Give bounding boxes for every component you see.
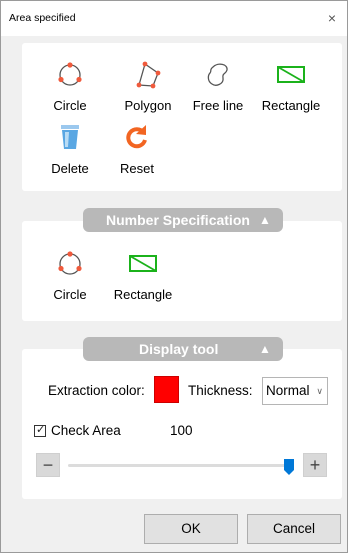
display-tool-title: Display tool [139,341,219,357]
tool-polygon-label: Polygon [124,98,172,113]
number-specification-title: Number Specification [106,212,250,228]
number-tool-circle[interactable]: Circle [37,250,103,302]
tool-circle-label: Circle [53,98,87,113]
collapse-triangle-icon: ▲ [259,342,271,356]
slider-thumb[interactable] [284,459,294,475]
reset-icon [126,125,147,149]
check-area-slider-track[interactable] [68,464,294,467]
check-area-checkbox[interactable]: ✓ [34,424,46,437]
ok-button[interactable]: OK [144,514,238,544]
extraction-color-label: Extraction color: [48,383,145,398]
check-area-label: Check Area [51,423,121,438]
number-tool-rectangle[interactable]: Rectangle [110,250,176,302]
chevron-down-icon: ∨ [316,386,323,396]
thickness-value: Normal [266,383,310,398]
thickness-label: Thickness: [188,383,253,398]
tool-reset[interactable]: Reset [104,122,170,176]
rectangle-icon [129,255,157,272]
tool-circle[interactable]: Circle [37,61,103,113]
tool-delete-label: Delete [51,161,89,176]
checkmark-icon: ✓ [36,424,46,436]
tool-rectangle-label: Rectangle [261,98,321,113]
extraction-color-swatch[interactable] [154,376,179,403]
title-bar: Area specified × [1,1,347,36]
check-area-value: 100 [170,423,193,438]
cancel-button[interactable]: Cancel [247,514,341,544]
tool-rectangle[interactable]: Rectangle [258,61,324,113]
tool-reset-label: Reset [120,161,154,176]
rectangle-icon [277,66,305,83]
window-title: Area specified [9,12,76,24]
tool-free-line-label: Free line [192,98,244,113]
polygon-icon [136,61,161,89]
number-specification-header[interactable]: Number Specification ▲ [83,208,283,232]
collapse-triangle-icon: ▲ [259,213,271,227]
close-button[interactable]: × [321,7,343,29]
number-tool-rectangle-label: Rectangle [113,287,173,302]
number-tool-circle-label: Circle [53,287,87,302]
tool-polygon[interactable]: Polygon [115,61,181,113]
circle-icon [58,62,82,86]
thickness-select[interactable]: Normal ∨ [262,377,328,405]
trash-icon [61,125,79,149]
tool-free-line[interactable]: Free line [185,61,251,113]
increase-button[interactable]: + [303,453,327,477]
area-specified-dialog: Area specified × Circle Polygon Free lin… [0,0,348,553]
display-tool-header[interactable]: Display tool ▲ [83,337,283,361]
free-line-icon [207,63,228,86]
tool-delete[interactable]: Delete [37,122,103,176]
decrease-button[interactable]: − [36,453,60,477]
circle-icon [58,251,82,275]
